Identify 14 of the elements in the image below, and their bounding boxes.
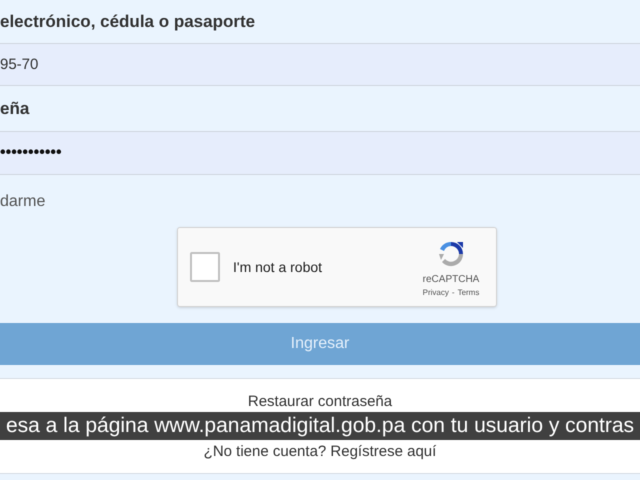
privacy-link[interactable]: Privacy (422, 286, 449, 298)
captcha-brand: reCAPTCHA (422, 272, 480, 286)
username-field[interactable]: 95-70 (0, 43, 640, 86)
terms-link[interactable]: Terms (458, 286, 480, 298)
password-field[interactable]: ••••••••••• (0, 131, 640, 175)
captcha-checkbox[interactable] (190, 252, 220, 282)
field-label: eña (0, 98, 30, 120)
separator-text: - (452, 286, 455, 298)
caption-text: esa a la página www.panamadigital.gob.pa con tu usuario y contras (6, 413, 634, 440)
remember-label: darme (0, 192, 46, 212)
captcha-label: I'm not a robot (233, 258, 324, 276)
restore-password-link[interactable]: Restaurar contraseña (248, 391, 392, 414)
register-link[interactable]: ¿No tiene cuenta? Regístrese aquí (204, 442, 436, 460)
field-label: electrónico, cédula o pasaporte (0, 10, 256, 33)
